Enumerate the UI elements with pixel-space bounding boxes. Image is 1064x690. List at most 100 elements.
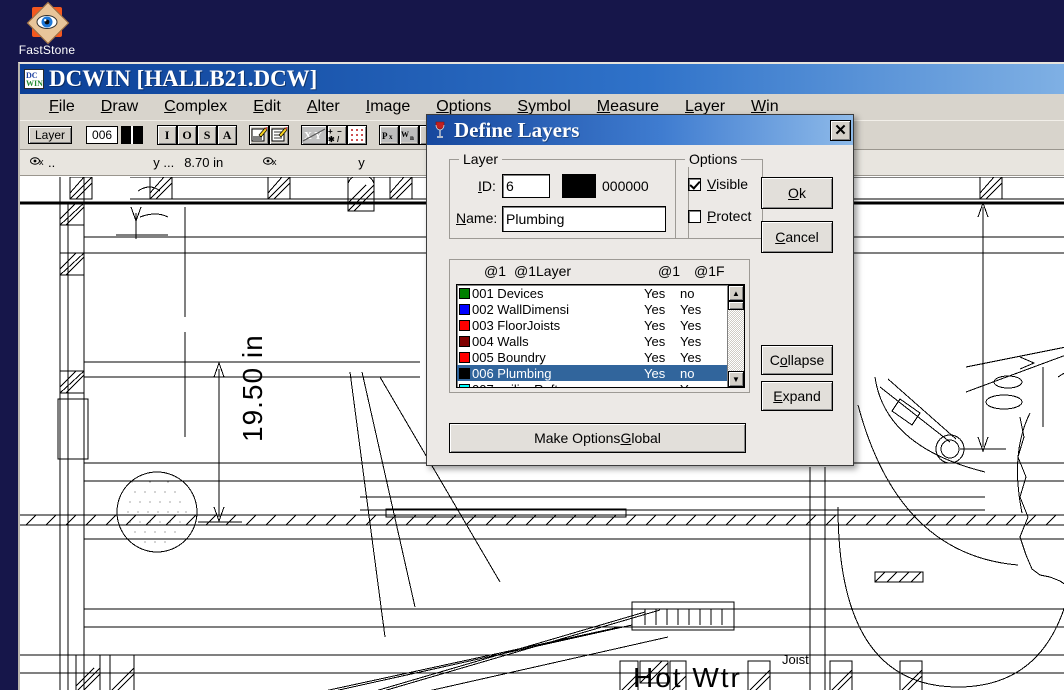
table-row[interactable]: 001 Devices Yes no bbox=[457, 285, 727, 301]
layer-name-cell: 004 Walls bbox=[472, 333, 529, 349]
text-props-icon[interactable] bbox=[269, 125, 290, 145]
status-x-dots: .. bbox=[48, 155, 56, 170]
layer-color-swatch[interactable] bbox=[121, 126, 144, 144]
cad-joist-label-1: Joist bbox=[782, 652, 809, 667]
visible-checkbox[interactable] bbox=[688, 177, 701, 191]
layer-color-swatch bbox=[459, 319, 470, 331]
layer-listbox[interactable]: 001 Devices Yes no 002 WallDimensi Yes Yes 003… bbox=[456, 284, 745, 388]
scroll-down-button[interactable]: ▼ bbox=[728, 371, 744, 387]
menu-item-file[interactable]: File bbox=[36, 98, 88, 116]
xy-icon[interactable]: X Y bbox=[301, 125, 328, 145]
snap-eye-icon: x bbox=[30, 155, 45, 170]
a-icon[interactable]: A bbox=[217, 125, 238, 145]
layer-color-box[interactable] bbox=[562, 174, 596, 198]
desktop-icon-faststone[interactable]: FastStone bbox=[8, 1, 86, 57]
menu-item-edit[interactable]: Edit bbox=[240, 98, 294, 116]
close-icon[interactable]: ✕ bbox=[830, 119, 851, 141]
protect-label: Protect bbox=[707, 208, 752, 224]
px-icon[interactable]: P x bbox=[379, 125, 400, 145]
protect-checkbox[interactable] bbox=[688, 209, 701, 223]
layer-visible-cell: Yes bbox=[644, 365, 666, 381]
svg-text:P: P bbox=[382, 131, 388, 141]
layer-button[interactable]: Layer bbox=[28, 126, 73, 144]
table-row[interactable]: 003 FloorJoists Yes Yes bbox=[457, 317, 727, 333]
layer-protect-cell: Yes bbox=[680, 333, 702, 349]
layer-list-header: @1 @1Layer @1 @1F bbox=[450, 260, 749, 282]
s-icon[interactable]: S bbox=[197, 125, 218, 145]
layer-protect-cell: Yes bbox=[680, 301, 702, 317]
dots-grid-icon[interactable] bbox=[347, 125, 368, 145]
layer-id-label: ID: bbox=[478, 178, 496, 194]
svg-text:n: n bbox=[410, 134, 414, 142]
layer-name-cell: 005 Boundry bbox=[472, 349, 546, 365]
menu-item-complex[interactable]: Complex bbox=[151, 98, 240, 116]
math-ops-icon[interactable]: + − ✱ / bbox=[327, 125, 348, 145]
i-icon[interactable]: I bbox=[157, 125, 178, 145]
layer-color-swatch bbox=[459, 303, 470, 315]
layer-color-swatch bbox=[459, 367, 470, 379]
protect-checkbox-row[interactable]: Protect bbox=[688, 208, 751, 224]
layer-name-cell: 001 Devices bbox=[472, 285, 544, 301]
layer-name-cell: 003 FloorJoists bbox=[472, 317, 561, 333]
layer-id-input[interactable]: 6 bbox=[502, 174, 550, 198]
o-icon[interactable]: O bbox=[177, 125, 198, 145]
window-title: DCWIN [HALLB21.DCW] bbox=[49, 66, 318, 91]
layer-color-swatch bbox=[459, 383, 470, 387]
menu-item-image[interactable]: Image bbox=[353, 98, 423, 116]
list-header-col3: @1 bbox=[658, 263, 680, 279]
table-row[interactable]: 002 WallDimensi Yes Yes bbox=[457, 301, 727, 317]
layer-protect-cell: Yes bbox=[680, 382, 716, 388]
table-row[interactable]: 006 Plumbing Yes no bbox=[457, 365, 727, 381]
layer-list-panel: @1 @1Layer @1 @1F 001 Devices Yes no 002 Wa… bbox=[449, 259, 750, 393]
layer-protect-cell: no bbox=[680, 365, 695, 381]
layer-visible-cell: Yes bbox=[644, 317, 666, 333]
layer-group-legend: Layer bbox=[459, 151, 503, 167]
wine-glass-icon bbox=[433, 120, 449, 140]
layer-number-field[interactable]: 006 bbox=[86, 126, 119, 144]
table-row[interactable]: 007 ceilingRaftnoYes bbox=[457, 381, 727, 388]
layer-color-swatch bbox=[459, 351, 470, 363]
dialog-title: Define Layers bbox=[454, 118, 580, 142]
svg-text:x: x bbox=[389, 133, 393, 141]
toolbar-group-iosa: I O S A bbox=[157, 125, 238, 145]
scroll-track[interactable] bbox=[728, 310, 744, 371]
make-options-global-button[interactable]: Make Options Global bbox=[449, 423, 746, 453]
layer-visible-cell: Yes bbox=[644, 349, 666, 365]
layer-visible-cell: no bbox=[644, 382, 680, 388]
scroll-thumb[interactable] bbox=[728, 301, 744, 310]
menu-item-draw[interactable]: Draw bbox=[88, 98, 151, 116]
options-group-legend: Options bbox=[685, 151, 742, 167]
status-value: 8.70 in bbox=[184, 155, 224, 170]
status-y-label: y ... bbox=[153, 155, 175, 170]
snap-eye-icon-2: x bbox=[263, 155, 278, 170]
cad-dimension-label: 19.50 in bbox=[237, 334, 268, 442]
svg-text:x: x bbox=[272, 157, 277, 167]
layer-name-input[interactable]: Plumbing bbox=[502, 206, 666, 232]
wn-icon[interactable]: W n bbox=[399, 125, 420, 145]
layer-name-label: Name: bbox=[456, 210, 498, 226]
svg-text:✱: ✱ bbox=[328, 135, 335, 143]
cancel-button[interactable]: Cancel bbox=[761, 221, 833, 253]
layer-list-items: 001 Devices Yes no 002 WallDimensi Yes Yes 003… bbox=[457, 285, 727, 387]
expand-button[interactable]: Expand bbox=[761, 381, 833, 411]
menu-item-alter[interactable]: Alter bbox=[294, 98, 353, 116]
dialog-titlebar[interactable]: Define Layers ✕ bbox=[427, 115, 853, 145]
table-row[interactable]: 004 Walls Yes Yes bbox=[457, 333, 727, 349]
collapse-button[interactable]: Co llapse bbox=[761, 345, 833, 375]
table-row[interactable]: 005 Boundry Yes Yes bbox=[457, 349, 727, 365]
toolbar-group-text bbox=[249, 125, 290, 145]
layer-color-swatch bbox=[459, 335, 470, 347]
layer-visible-cell: Yes bbox=[644, 333, 666, 349]
layer-visible-cell: Yes bbox=[644, 285, 666, 301]
layer-visible-cell: Yes bbox=[644, 301, 666, 317]
text-edit-icon[interactable] bbox=[249, 125, 270, 145]
list-header-col2: @1Layer bbox=[514, 263, 572, 279]
ok-button[interactable]: Ok bbox=[761, 177, 833, 209]
toolbar-group-coords: X Y + − ✱ / bbox=[301, 125, 368, 145]
dcwin-icon[interactable]: DC WIN bbox=[24, 69, 44, 89]
layer-name-cell: 006 Plumbing bbox=[472, 365, 552, 381]
layer-list-scrollbar[interactable]: ▲ ▼ bbox=[727, 285, 744, 387]
window-titlebar[interactable]: DC WIN DCWIN [HALLB21.DCW] bbox=[20, 64, 1064, 94]
visible-checkbox-row[interactable]: Visible bbox=[688, 176, 748, 192]
scroll-up-button[interactable]: ▲ bbox=[728, 285, 744, 301]
